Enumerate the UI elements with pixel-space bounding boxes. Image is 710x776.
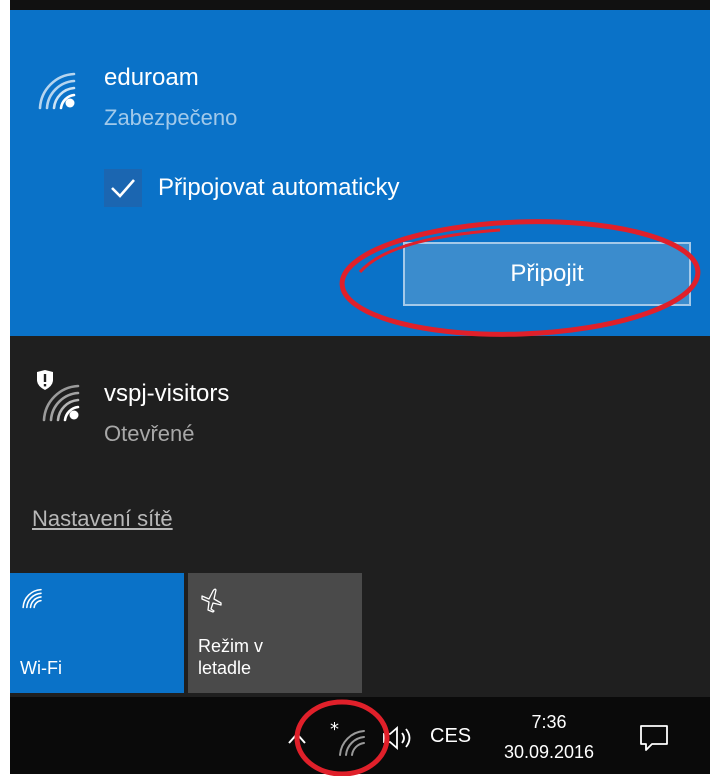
clock-date: 30.09.2016 — [503, 742, 595, 762]
clock[interactable]: 7:36 30.09.2016 — [494, 707, 604, 767]
wifi-icon — [22, 588, 42, 609]
network-item-eduroam[interactable]: eduroam Zabezpečeno Připojovat automatic… — [10, 10, 710, 336]
volume-icon[interactable] — [380, 723, 416, 753]
wifi-tile-label: Wi-Fi — [20, 658, 62, 678]
network-security-status: Otevřené — [104, 421, 195, 446]
airplane-tile-label: Režim v letadle — [198, 635, 263, 679]
network-name: vspj-visitors — [104, 380, 230, 407]
auto-connect-checkbox[interactable]: Připojovat automaticky — [104, 168, 399, 208]
network-settings-link[interactable]: Nastavení sítě — [32, 506, 173, 532]
wifi-shield-warning-icon — [37, 370, 80, 422]
language-indicator[interactable]: CES — [430, 725, 471, 748]
airplane-label-line1: Režim v — [198, 636, 264, 656]
airplane-icon — [201, 588, 222, 613]
wifi-tray-icon[interactable]: * — [330, 721, 366, 757]
checkbox-box[interactable] — [104, 169, 142, 207]
connect-button[interactable]: Připojit — [403, 242, 691, 306]
network-item-vspj-visitors[interactable]: vspj-visitors Otevřené — [10, 340, 710, 460]
wifi-signal-icon — [38, 72, 76, 110]
auto-connect-label: Připojovat automaticky — [158, 174, 400, 201]
wifi-toggle-tile[interactable]: Wi-Fi — [10, 573, 184, 693]
chevron-up-icon[interactable] — [287, 731, 307, 745]
network-security-status: Zabezpečeno — [104, 105, 238, 130]
flyout-top-edge — [10, 0, 710, 10]
svg-text:*: * — [330, 721, 339, 740]
action-center-icon[interactable] — [638, 723, 670, 753]
taskbar: * CES 7:36 30.09.2016 — [10, 697, 710, 774]
airplane-label-line2: letadle — [198, 658, 252, 678]
network-flyout: eduroam Zabezpečeno Připojovat automatic… — [10, 0, 710, 774]
checkmark-icon — [111, 179, 135, 198]
network-name: eduroam — [104, 64, 199, 91]
airplane-mode-tile[interactable]: Režim v letadle — [188, 573, 362, 693]
clock-time: 7:36 — [531, 712, 567, 732]
